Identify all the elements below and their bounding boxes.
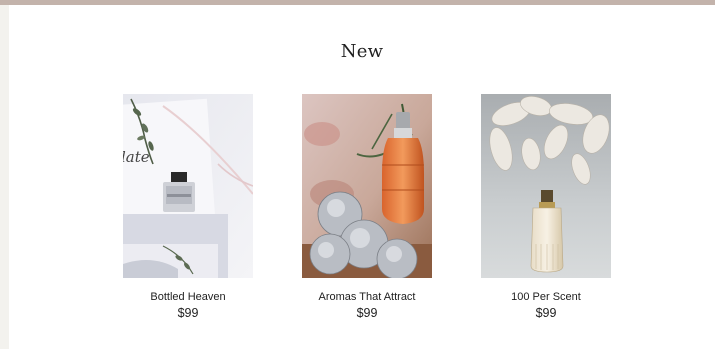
product-card-100-per-scent[interactable]: 100 Per Scent $99 [481, 94, 611, 320]
product-name[interactable]: Bottled Heaven [93, 291, 283, 303]
product-price: $99 [177, 306, 199, 320]
svg-text:late: late [123, 148, 150, 166]
section-title: New [340, 41, 384, 62]
product-card-bottled-heaven[interactable]: late Bottled Heaven $99 [123, 94, 253, 320]
product-image[interactable] [481, 94, 611, 278]
product-image[interactable] [302, 94, 432, 278]
product-card-aromas-that-attract[interactable]: Aromas That Attract $99 [302, 94, 432, 320]
product-image[interactable]: late [123, 94, 253, 278]
product-price: $99 [356, 306, 378, 320]
product-price: $99 [535, 306, 557, 320]
product-name[interactable]: Aromas That Attract [272, 291, 462, 303]
product-name[interactable]: 100 Per Scent [451, 291, 641, 303]
new-products-section: New late Bottled Heaven $99 Aromas That … [9, 5, 715, 349]
